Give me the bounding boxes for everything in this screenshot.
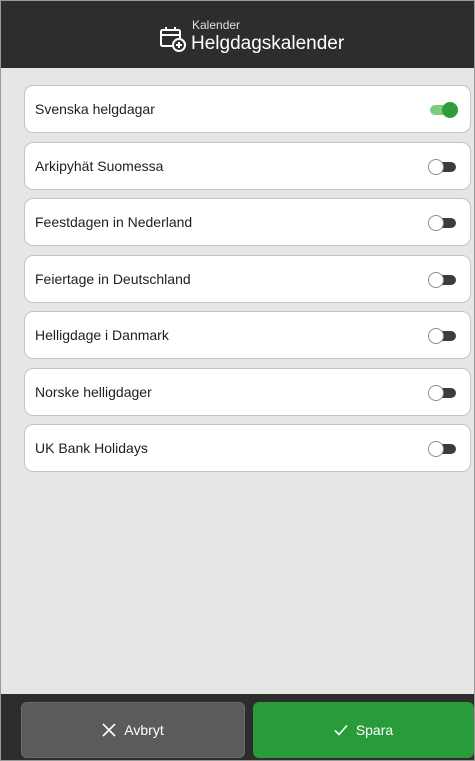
toggle-thumb <box>428 384 444 401</box>
footer-bar: Avbryt Spara <box>1 694 474 760</box>
cancel-button-label: Avbryt <box>124 722 164 738</box>
header-bar: Kalender Helgdagskalender <box>1 1 474 68</box>
calendar-row-netherlands[interactable]: Feestdagen in Nederland <box>24 198 471 246</box>
toggle-switch[interactable] <box>428 441 458 457</box>
calendar-label: Svenska helgdagar <box>35 101 155 117</box>
calendar-row-norway[interactable]: Norske helligdager <box>24 367 471 416</box>
toggle-switch[interactable] <box>428 215 458 231</box>
calendar-label: Arkipyhät Suomessa <box>35 157 164 174</box>
toggle-thumb <box>428 158 444 175</box>
calendar-row-sweden[interactable]: Svenska helgdagar <box>24 85 471 133</box>
toggle-thumb <box>428 271 444 288</box>
toggle-switch[interactable] <box>428 102 458 118</box>
calendar-label: Helligdage i Danmark <box>35 327 169 343</box>
toggle-thumb <box>442 102 458 118</box>
calendar-row-denmark[interactable]: Helligdage i Danmark <box>24 311 471 359</box>
save-button-label: Spara <box>355 722 394 738</box>
calendar-row-finland[interactable]: Arkipyhät Suomessa <box>24 141 471 190</box>
toggle-thumb <box>428 215 444 231</box>
toggle-switch[interactable] <box>428 158 458 175</box>
header-subtitle: Kalender <box>192 18 241 32</box>
toggle-switch[interactable] <box>428 384 458 401</box>
save-button[interactable]: Spara <box>253 702 474 758</box>
cancel-button[interactable]: Avbryt <box>21 702 245 758</box>
toggle-thumb <box>428 328 444 344</box>
calendar-label: Feestdagen in Nederland <box>35 214 193 230</box>
header-title-group: Kalender Helgdagskalender <box>159 16 344 56</box>
calendar-list: Svenska helgdagar Arkipyhät Suomessa Fee… <box>24 85 471 481</box>
checkmark-icon <box>334 724 348 736</box>
toggle-switch[interactable] <box>428 271 458 288</box>
calendar-label: Norske helligdager <box>35 383 152 400</box>
toggle-switch[interactable] <box>428 328 458 344</box>
app-window: Kalender Helgdagskalender Svenska helgda… <box>0 0 475 761</box>
calendar-row-uk[interactable]: UK Bank Holidays <box>24 424 471 472</box>
calendar-label: UK Bank Holidays <box>35 440 148 456</box>
close-icon <box>102 723 116 737</box>
calendar-row-germany[interactable]: Feiertage in Deutschland <box>24 254 471 303</box>
toggle-thumb <box>428 441 444 457</box>
calendar-label: Feiertage in Deutschland <box>35 270 191 287</box>
page-title: Helgdagskalender <box>191 33 345 54</box>
calendar-add-icon <box>160 27 186 52</box>
